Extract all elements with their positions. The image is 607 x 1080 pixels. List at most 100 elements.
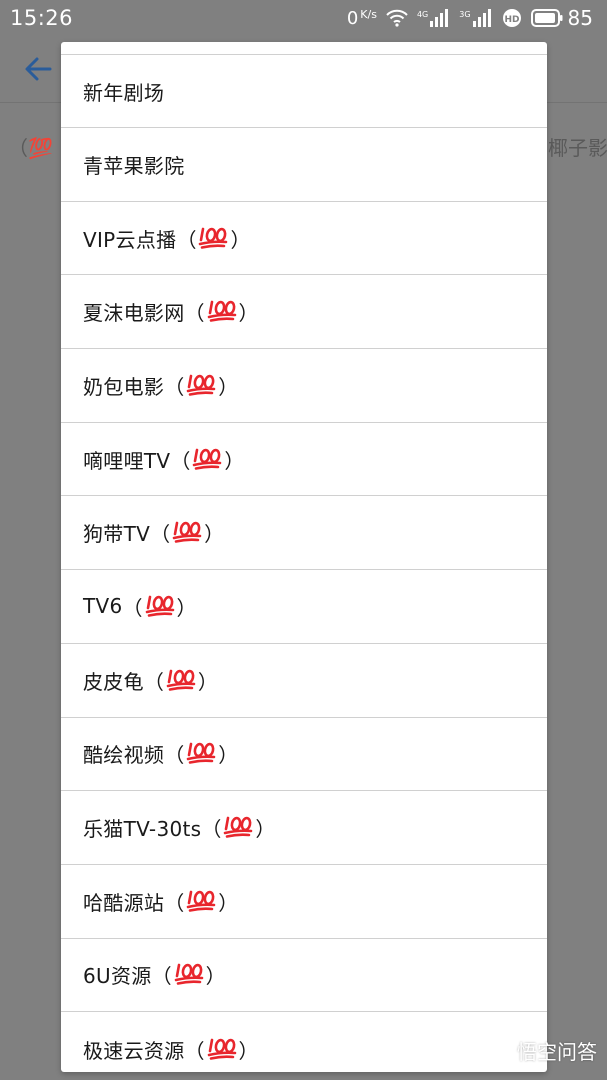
paren-open: （ [201, 817, 222, 842]
back-arrow-icon[interactable] [24, 56, 52, 86]
net-speed-unit: K/s [360, 7, 377, 21]
status-icons: 0 K/s 4G 3G HD 85 [347, 6, 593, 30]
hundred-badge: （） [164, 887, 238, 916]
paren-close: ） [238, 301, 259, 326]
source-item-label: TV6 [83, 594, 123, 619]
hundred-points-icon [145, 593, 175, 622]
hundred-badge: （） [164, 739, 238, 768]
hundred-badge: （） [201, 813, 275, 842]
paren-open: （ [122, 595, 143, 620]
source-item-label: 青苹果影院 [83, 153, 185, 178]
status-time: 15:26 [10, 6, 74, 30]
source-list-item[interactable]: 6U资源（） [61, 939, 547, 1013]
paren-close: ） [218, 743, 239, 768]
hundred-badge: （） [185, 1035, 259, 1064]
hundred-points-icon [198, 225, 228, 254]
wifi-icon [386, 9, 408, 27]
paren-open: （ [150, 522, 171, 547]
watermark-text: 悟空问答 [517, 1040, 597, 1064]
source-list-item[interactable]: 酷绘视频（） [61, 718, 547, 792]
source-list-item[interactable]: 青苹果影院 [61, 128, 547, 202]
paren-close: ） [197, 669, 218, 694]
paren-open: （ [151, 964, 172, 989]
source-item-label: 6U资源 [83, 964, 152, 989]
hundred-badge: （） [185, 297, 259, 326]
source-list-item[interactable]: VIP云点播（） [61, 202, 547, 276]
net-speed-value: 0 [346, 7, 359, 29]
source-item-label: 奶包电影 [83, 374, 165, 399]
hundred-badge: （） [123, 592, 197, 621]
net-tag-4g: 4G [416, 10, 429, 19]
source-list-item[interactable]: 极速云资源（） [61, 1012, 547, 1072]
source-list-item[interactable]: 皮皮龟（） [61, 644, 547, 718]
hundred-points-icon [186, 888, 216, 917]
source-item-label: 极速云资源 [83, 1038, 185, 1063]
background-left-text: （💯 [8, 136, 53, 160]
hundred-points-icon [172, 519, 202, 548]
source-item-label: 新年剧场 [83, 80, 165, 105]
hundred-points-icon [207, 1036, 237, 1065]
paren-open: （ [170, 448, 191, 473]
net-tag-3g: 3G [459, 10, 471, 19]
hundred-badge: （） [176, 224, 250, 253]
paren-close: ） [218, 374, 239, 399]
battery-icon [530, 9, 563, 27]
background-right-text: 椰子影 [548, 136, 607, 160]
source-item-label: 嘀哩哩TV [83, 448, 171, 473]
source-item-label: 夏沫电影网 [83, 301, 185, 326]
source-item-label: 乐猫TV-30ts [83, 817, 202, 842]
paren-close: ） [230, 227, 251, 252]
signal-3g-icon: 3G [459, 9, 492, 27]
hundred-badge: （） [150, 518, 224, 547]
source-list-item[interactable]: 乐猫TV-30ts （） [61, 791, 547, 865]
paren-open: （ [184, 1038, 205, 1063]
source-item-label: 皮皮龟 [83, 669, 144, 694]
signal-4g-icon: 4G [417, 9, 450, 27]
net-speed: 0 K/s [347, 8, 377, 29]
hundred-badge: （） [170, 445, 244, 474]
paren-open: （ [176, 227, 197, 252]
battery-level: 85 [567, 6, 593, 30]
watermark: 悟空问答 [481, 1035, 597, 1066]
source-list-item[interactable]: TV6 （） [61, 570, 547, 644]
hundred-points-icon [223, 814, 253, 843]
wukong-logo-icon [481, 1035, 511, 1066]
source-list-item[interactable]: 嘀哩哩TV （） [61, 423, 547, 497]
hundred-points-icon [192, 446, 222, 475]
hundred-points-icon [166, 667, 196, 696]
paren-close: ） [176, 595, 197, 620]
paren-close: ） [205, 964, 226, 989]
source-list-item[interactable]: 夏沫电影网（） [61, 275, 547, 350]
source-list-item[interactable]: 哈酷源站（） [61, 865, 547, 939]
paren-close: ） [224, 448, 245, 473]
source-list-item[interactable]: 新年剧场 [61, 54, 547, 128]
paren-close: ） [218, 890, 239, 915]
paren-close: ） [238, 1038, 259, 1063]
paren-close: ） [204, 522, 225, 547]
source-item-label: 酷绘视频 [83, 743, 165, 768]
paren-open: （ [164, 743, 185, 768]
paren-open: （ [184, 301, 205, 326]
hundred-badge: （） [144, 666, 218, 695]
hundred-points-icon [174, 961, 204, 990]
source-item-label: 哈酷源站 [83, 890, 165, 915]
source-list-item[interactable]: 狗带TV （） [61, 496, 547, 571]
paren-close: ） [255, 817, 276, 842]
source-item-label: VIP云点播 [83, 227, 177, 252]
source-list: 新年剧场 青苹果影院 VIP云点播（）夏沫电影网（）奶包电影（）嘀哩哩TV （）狗带T… [61, 54, 547, 1072]
hd-icon: HD [502, 8, 522, 28]
hundred-badge: （） [164, 371, 238, 400]
source-select-dialog: 新年剧场 青苹果影院 VIP云点播（）夏沫电影网（）奶包电影（）嘀哩哩TV （）狗带T… [61, 42, 547, 1072]
hundred-points-icon [186, 740, 216, 769]
hundred-badge: （） [152, 960, 226, 989]
hundred-points-icon [186, 372, 216, 401]
source-list-item[interactable]: 奶包电影（） [61, 349, 547, 423]
paren-open: （ [143, 669, 164, 694]
paren-open: （ [164, 374, 185, 399]
hundred-points-icon [207, 298, 237, 327]
source-item-label: 狗带TV [83, 522, 151, 547]
battery: 85 [530, 6, 593, 30]
svg-text:HD: HD [504, 15, 519, 25]
paren-open: （ [164, 890, 185, 915]
status-bar: 15:26 0 K/s 4G 3G HD 85 [0, 0, 607, 36]
